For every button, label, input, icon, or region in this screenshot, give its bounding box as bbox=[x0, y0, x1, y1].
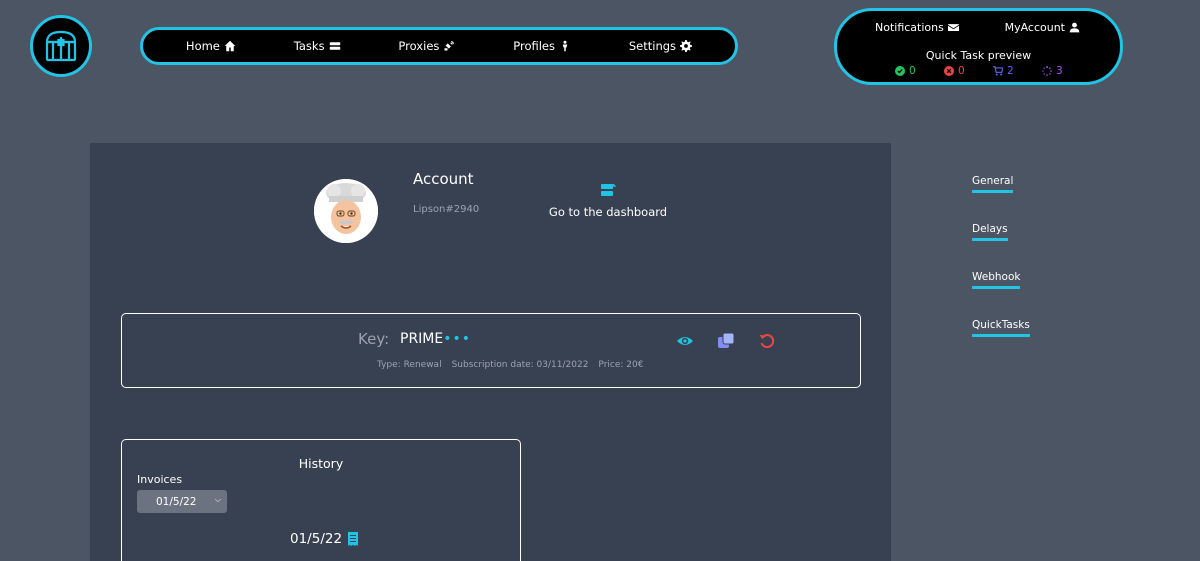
top-navigation: Home Tasks Proxies Profiles Settings bbox=[140, 27, 738, 65]
license-key-card: Key: PRIME••• Type: Renewal Subscription… bbox=[121, 313, 861, 388]
nav-proxies[interactable]: Proxies bbox=[398, 39, 455, 53]
key-price: Price: 20€ bbox=[598, 360, 644, 370]
side-link-delays[interactable]: Delays bbox=[972, 223, 1008, 241]
dashboard-label: Go to the dashboard bbox=[548, 205, 668, 219]
home-icon bbox=[224, 40, 236, 52]
satellite-icon bbox=[444, 40, 455, 51]
check-circle-icon bbox=[895, 66, 905, 76]
avatar bbox=[314, 179, 378, 243]
nav-profiles[interactable]: Profiles bbox=[513, 39, 571, 53]
chef-avatar-icon bbox=[314, 179, 378, 243]
invoices-label: Invoices bbox=[137, 473, 183, 486]
chevron-down-icon: ⌵ bbox=[214, 495, 221, 504]
quick-task-title: Quick Task preview bbox=[925, 49, 1032, 62]
stat-running: 3 bbox=[1042, 65, 1091, 77]
reset-key-button[interactable] bbox=[758, 332, 776, 350]
stat-carted-value: 2 bbox=[1007, 65, 1014, 77]
nav-settings[interactable]: Settings bbox=[628, 39, 693, 53]
stat-success-value: 0 bbox=[909, 65, 916, 77]
key-subscription-date: Subscription date: 03/11/2022 bbox=[451, 360, 589, 370]
stat-success: 0 bbox=[895, 65, 944, 77]
spinner-icon bbox=[1042, 66, 1052, 76]
account-username: Lipson#2940 bbox=[413, 204, 480, 215]
cart-icon bbox=[993, 66, 1003, 76]
dashboard-icon bbox=[601, 183, 616, 196]
invoice-date-selected: 01/5/22 bbox=[156, 495, 197, 508]
nav-home-label: Home bbox=[185, 39, 220, 53]
key-value: PRIME••• bbox=[400, 331, 471, 347]
nav-tasks-label: Tasks bbox=[293, 39, 325, 53]
copy-icon bbox=[718, 332, 735, 348]
stat-running-value: 3 bbox=[1056, 65, 1063, 77]
quick-task-panel: Notifications MyAccount Quick Task previ… bbox=[834, 8, 1123, 85]
logo[interactable] bbox=[30, 15, 92, 77]
nav-proxies-label: Proxies bbox=[398, 39, 440, 53]
reset-icon bbox=[759, 334, 775, 349]
stat-failed: 0 bbox=[944, 65, 993, 77]
side-link-general[interactable]: General bbox=[972, 175, 1014, 193]
history-title: History bbox=[298, 456, 344, 471]
my-account-label: MyAccount bbox=[1004, 21, 1065, 34]
notifications-label: Notifications bbox=[875, 21, 944, 34]
x-circle-icon bbox=[944, 66, 954, 76]
tasks-icon bbox=[329, 42, 340, 50]
dashboard-link[interactable]: Go to the dashboard bbox=[548, 183, 668, 220]
stat-carted: 2 bbox=[993, 65, 1042, 77]
side-link-quicktasks[interactable]: QuickTasks bbox=[972, 319, 1030, 337]
notifications-link[interactable]: Notifications bbox=[875, 21, 959, 34]
invoice-date-select[interactable]: 01/5/22 ⌵ bbox=[137, 490, 227, 513]
key-label: Key: bbox=[358, 330, 390, 348]
invoice-entry: 01/5/22 bbox=[290, 531, 359, 547]
my-account-link[interactable]: MyAccount bbox=[1005, 21, 1080, 34]
history-card: History Invoices 01/5/22 ⌵ 01/5/22 bbox=[121, 439, 521, 561]
account-title: Account bbox=[413, 170, 474, 188]
invoice-date: 01/5/22 bbox=[290, 531, 343, 547]
quick-task-stats: 0 0 2 3 bbox=[895, 65, 1091, 77]
treasure-chest-icon bbox=[45, 30, 77, 62]
nav-tasks[interactable]: Tasks bbox=[294, 39, 341, 53]
key-masked: ••• bbox=[443, 331, 472, 347]
envelope-icon bbox=[947, 24, 959, 31]
user-icon bbox=[1069, 22, 1080, 33]
person-icon bbox=[562, 40, 568, 52]
eye-icon bbox=[677, 337, 693, 345]
nav-profiles-label: Profiles bbox=[513, 39, 555, 53]
account-panel: Account Lipson#2940 Go to the dashboard … bbox=[90, 143, 891, 561]
copy-key-button[interactable] bbox=[717, 332, 735, 350]
show-key-button[interactable] bbox=[676, 332, 694, 350]
key-prefix: PRIME bbox=[400, 331, 444, 347]
stat-failed-value: 0 bbox=[958, 65, 965, 77]
receipt-icon[interactable] bbox=[348, 532, 359, 546]
nav-home[interactable]: Home bbox=[186, 39, 236, 53]
nav-settings-label: Settings bbox=[628, 39, 677, 53]
gear-icon bbox=[680, 40, 693, 52]
side-link-webhook[interactable]: Webhook bbox=[972, 271, 1021, 289]
key-details: Type: Renewal Subscription date: 03/11/2… bbox=[377, 360, 643, 370]
key-type: Type: Renewal bbox=[377, 360, 442, 370]
